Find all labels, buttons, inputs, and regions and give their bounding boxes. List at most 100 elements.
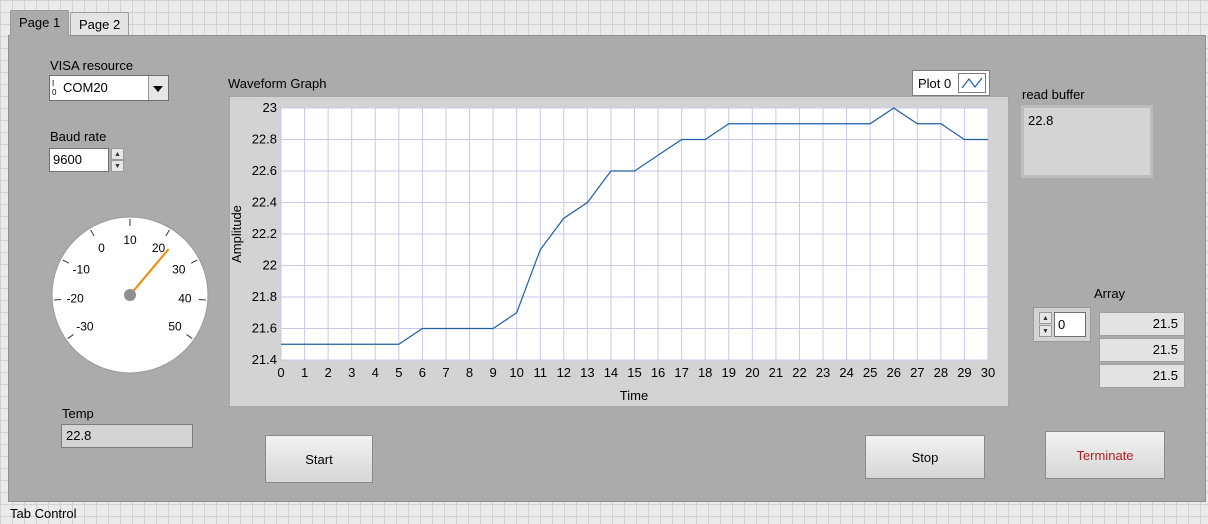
temp-indicator: 22.8 [61,424,193,448]
baud-decrement-icon[interactable]: ▼ [111,160,124,172]
data-point [303,343,306,346]
array-index-decrement-icon[interactable]: ▼ [1039,325,1052,337]
data-point [633,170,636,173]
x-tick-label: 19 [722,365,736,380]
x-tick-label: 20 [745,365,759,380]
data-point [798,122,801,125]
gauge-tick-label: -10 [73,263,91,277]
array-index-input[interactable]: 0 [1054,312,1086,337]
data-point [869,122,872,125]
legend-label: Plot 0 [918,76,952,91]
stop-button[interactable]: Stop [865,435,985,479]
array-element: 21.5 [1099,364,1185,388]
y-tick-label: 21.6 [252,321,277,336]
temp-label: Temp [62,406,94,421]
array-label: Array [1094,286,1126,301]
gauge-tick-label: 0 [98,241,105,255]
temperature-gauge[interactable]: -30 -20 -10 0 10 20 30 40 50 [50,215,210,375]
x-tick-label: 29 [957,365,971,380]
x-tick-label: 23 [816,365,830,380]
gauge-tick-label: -20 [66,292,84,306]
io-icon: I0 [52,79,57,97]
x-tick-label: 24 [839,365,853,380]
tab-page-1-label: Page 1 [19,15,61,30]
dropdown-arrow-icon[interactable] [148,76,168,100]
x-tick-label: 13 [580,365,594,380]
x-tick-label: 3 [348,365,355,380]
gauge-tick-label: 40 [178,292,192,306]
y-tick-label: 23 [263,100,277,115]
tab-page-1[interactable]: Page 1 [10,10,70,36]
data-point [327,343,330,346]
x-tick-label: 9 [489,365,496,380]
visa-value: COM20 [63,80,108,95]
read-buffer-indicator: 22.8 [1021,105,1153,178]
baud-increment-icon[interactable]: ▲ [111,148,124,160]
data-point [963,138,966,141]
y-tick-label: 22.8 [252,132,277,147]
x-tick-label: 30 [981,365,995,380]
visa-label: VISA resource [50,58,134,73]
data-point [657,154,660,157]
x-tick-label: 27 [910,365,924,380]
graph-title: Waveform Graph [228,76,327,91]
x-tick-label: 12 [557,365,571,380]
x-tick-label: 8 [466,365,473,380]
x-tick-label: 15 [627,365,641,380]
x-tick-label: 22 [792,365,806,380]
data-point [727,122,730,125]
data-point [421,327,424,330]
data-point [609,170,612,173]
waveform-graph[interactable]: 0 1 2 3 4 5 6 7 8 9 10 11 12 13 14 15 16 17 18 19 20 21 22 23 24… [229,96,1009,407]
data-point [892,107,895,110]
data-point [397,343,400,346]
y-tick-label: 21.8 [252,289,277,304]
x-tick-label: 4 [372,365,379,380]
start-button[interactable]: Start [265,435,373,483]
x-tick-label: 2 [325,365,332,380]
data-point [350,343,353,346]
tab-page-2-label: Page 2 [79,17,121,32]
data-point [280,343,283,346]
data-point [822,122,825,125]
data-point [987,138,990,141]
gauge-tick-label: 30 [172,263,186,277]
array-element: 21.5 [1099,312,1185,336]
data-point [916,122,919,125]
x-tick-label: 10 [509,365,523,380]
x-tick-label: 26 [886,365,900,380]
data-point [845,122,848,125]
array-index-control[interactable]: ▲ ▼ 0 [1033,307,1091,342]
data-point [562,217,565,220]
terminate-button[interactable]: Terminate [1045,431,1165,479]
y-tick-label: 22.6 [252,163,277,178]
data-point [539,248,542,251]
data-point [704,138,707,141]
x-tick-label: 5 [395,365,402,380]
x-tick-label: 25 [863,365,877,380]
x-tick-label: 16 [651,365,665,380]
gauge-tick-label: 20 [152,241,166,255]
x-tick-label: 0 [277,365,284,380]
y-tick-label: 21.4 [252,352,277,367]
tab-page-2[interactable]: Page 2 [70,12,130,36]
array-index-increment-icon[interactable]: ▲ [1039,312,1052,324]
x-tick-label: 7 [442,365,449,380]
tab-control-label: Tab Control [10,506,77,521]
baud-rate-input[interactable]: 9600 [49,148,109,172]
gauge-tick-label: -30 [76,320,94,334]
x-tick-label: 11 [533,365,547,380]
visa-resource-select[interactable]: I0 COM20 [49,75,169,101]
x-tick-label: 6 [419,365,426,380]
y-tick-label: 22.4 [252,195,277,210]
plot-legend[interactable]: Plot 0 [912,70,990,96]
x-tick-label: 17 [674,365,688,380]
data-point [751,122,754,125]
read-buffer-label: read buffer [1022,87,1085,102]
plot-line-icon [958,73,986,93]
gauge-tick-label: 50 [168,320,182,334]
x-tick-label: 14 [604,365,618,380]
data-point [492,327,495,330]
x-tick-label: 1 [301,365,308,380]
x-axis-label: Time [620,388,648,403]
